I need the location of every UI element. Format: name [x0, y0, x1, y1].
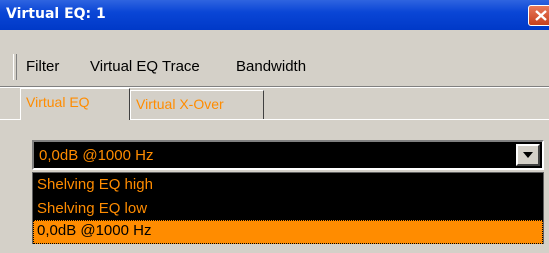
eq-dropdown-list: Shelving EQ high Shelving EQ low 0,0dB @…: [32, 172, 544, 244]
tab-virtual-x-over[interactable]: Virtual X-Over: [130, 90, 264, 120]
dropdown-button[interactable]: [516, 144, 540, 166]
option-label: Shelving EQ high: [37, 176, 153, 193]
option-label: 0,0dB @1000 Hz: [37, 222, 152, 239]
option-0db-1000hz[interactable]: 0,0dB @1000 Hz: [33, 220, 543, 244]
tab-virtual-x-over-label: Virtual X-Over: [136, 96, 224, 112]
menubar-grip[interactable]: [13, 54, 17, 80]
menu-virtual-eq-trace[interactable]: Virtual EQ Trace: [90, 58, 200, 75]
option-shelving-eq-low[interactable]: Shelving EQ low: [33, 198, 543, 222]
virtual-eq-window: Virtual EQ: 1 Filter Virtual EQ Trace Ba…: [0, 0, 549, 253]
close-button[interactable]: [528, 5, 549, 26]
eq-select-value: 0,0dB @1000 Hz: [39, 147, 154, 164]
close-icon: [535, 10, 547, 21]
tab-virtual-eq[interactable]: Virtual EQ: [20, 88, 130, 120]
window-title: Virtual EQ: 1: [6, 6, 106, 22]
option-label: Shelving EQ low: [37, 200, 148, 217]
menu-bandwidth[interactable]: Bandwidth: [236, 58, 306, 75]
chevron-down-icon: [523, 152, 533, 158]
option-shelving-eq-high[interactable]: Shelving EQ high: [33, 174, 543, 198]
tab-virtual-eq-label: Virtual EQ: [26, 94, 90, 110]
eq-select[interactable]: 0,0dB @1000 Hz: [32, 140, 544, 170]
menu-filter[interactable]: Filter: [26, 58, 59, 75]
title-bar[interactable]: Virtual EQ: 1: [0, 0, 549, 30]
